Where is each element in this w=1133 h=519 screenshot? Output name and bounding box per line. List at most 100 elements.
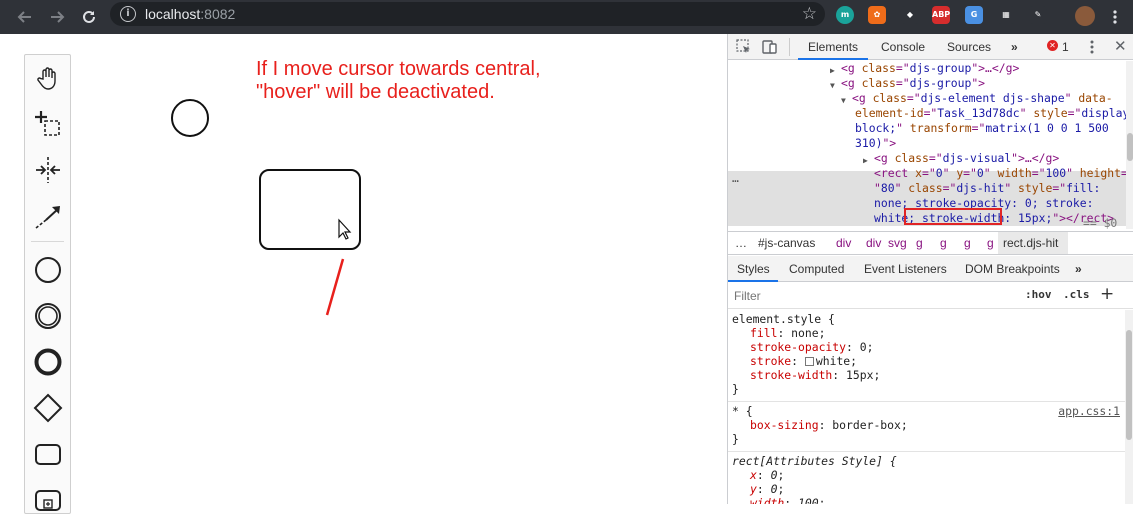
device-toolbar-icon[interactable] <box>762 39 778 58</box>
breadcrumb-item[interactable]: g <box>987 236 994 250</box>
browser-menu-button[interactable] <box>1102 4 1128 30</box>
style-selector[interactable]: element.style { <box>732 312 835 327</box>
dom-node-line[interactable]: <g class="djs-element djs-shape" data- <box>852 91 1113 106</box>
dom-token: element-id <box>855 106 924 120</box>
error-count[interactable]: 1 <box>1062 40 1069 54</box>
styles-subtab[interactable]: Styles <box>737 262 770 276</box>
style-property[interactable]: fill: none; <box>750 326 825 341</box>
style-selector[interactable]: rect[Attributes Style] { <box>732 454 897 469</box>
profile-avatar-icon[interactable] <box>1075 6 1095 26</box>
dom-token: djs-visual <box>942 151 1012 165</box>
dom-expand-arrow-icon[interactable]: ▼ <box>830 78 835 93</box>
dom-node-line[interactable]: block;" transform="matrix(1 0 0 1 500 <box>855 121 1109 136</box>
styles-scroll-thumb[interactable] <box>1126 330 1132 440</box>
tab-console[interactable]: Console <box>881 40 925 54</box>
breadcrumb-item[interactable]: #js-canvas <box>758 236 815 250</box>
dom-token: height <box>1079 166 1121 180</box>
breadcrumb-item[interactable]: … <box>735 236 747 250</box>
breadcrumb-item[interactable]: div <box>836 236 851 250</box>
breadcrumb-item[interactable]: rect.djs-hit <box>1003 236 1058 250</box>
new-style-rule-button[interactable]: + <box>1100 284 1114 304</box>
bookmark-star-icon[interactable]: ☆ <box>802 4 817 24</box>
info-icon[interactable]: i <box>120 6 136 22</box>
style-property[interactable]: width: 100; <box>750 496 825 504</box>
more-tabs-button[interactable]: » <box>1011 40 1018 54</box>
dom-expand-arrow-icon[interactable]: ▼ <box>841 93 846 108</box>
dom-node-line[interactable]: "80" class="djs-hit" style="fill: <box>874 181 1100 196</box>
breadcrumb-item[interactable]: svg <box>888 236 907 250</box>
dom-token: block; <box>855 121 897 135</box>
style-property[interactable]: stroke-width: 15px; <box>750 368 880 383</box>
dom-scrollbar[interactable] <box>1126 61 1133 229</box>
dom-expand-arrow-icon[interactable]: ▶ <box>863 153 868 168</box>
cls-toggle[interactable]: .cls <box>1063 288 1090 301</box>
grid-extension-icon[interactable]: ▦ <box>997 6 1015 24</box>
dom-token: 310) <box>855 136 883 150</box>
hov-toggle[interactable]: :hov <box>1025 288 1052 301</box>
breadcrumb-item[interactable]: g <box>940 236 947 250</box>
dom-token: " <box>1066 166 1080 180</box>
devtools-menu-icon[interactable] <box>1090 39 1094 58</box>
style-selector[interactable]: * { <box>732 404 753 419</box>
selected-node-ellipsis[interactable]: … <box>732 171 739 185</box>
dom-token: =" <box>922 166 936 180</box>
m-extension-icon[interactable]: m <box>836 6 854 24</box>
dom-token: width <box>997 166 1032 180</box>
bpmn-start-event[interactable] <box>171 99 209 137</box>
breadcrumb-item[interactable]: div <box>866 236 881 250</box>
dom-scroll-thumb[interactable] <box>1127 133 1133 161</box>
red-annotation-stroke <box>325 258 345 316</box>
abp-extension-icon[interactable]: ABP <box>932 6 950 24</box>
dom-node-line[interactable]: <g class="djs-group">…</g> <box>841 61 1019 76</box>
dom-token: <g <box>841 76 862 90</box>
dom-node-line[interactable]: <g class="djs-visual">…</g> <box>874 151 1059 166</box>
forward-button[interactable] <box>44 4 70 30</box>
tab-sources[interactable]: Sources <box>947 40 991 54</box>
style-source-link[interactable]: app.css:1 <box>1058 404 1120 418</box>
styles-more-tabs-button[interactable]: » <box>1075 262 1082 276</box>
style-property[interactable]: x: 0; <box>750 468 784 483</box>
style-property[interactable]: y: 0; <box>750 482 784 497</box>
styles-scrollbar[interactable] <box>1125 310 1133 504</box>
dom-node-line[interactable]: 310)"> <box>855 136 896 151</box>
diamond-extension-icon[interactable]: ◆ <box>901 6 919 24</box>
back-arrow-icon <box>17 11 31 23</box>
tab-elements[interactable]: Elements <box>808 40 858 54</box>
error-icon[interactable]: ✕ <box>1047 40 1058 51</box>
styles-pane: element.style {fill: none; stroke-opacity… <box>728 310 1126 504</box>
reload-button[interactable] <box>76 4 102 30</box>
reload-icon <box>83 10 95 23</box>
inspect-element-icon[interactable] <box>736 39 752 58</box>
translate-extension-icon[interactable]: G <box>965 6 983 24</box>
feather-extension-icon[interactable]: ✎ <box>1029 6 1047 24</box>
style-property[interactable]: stroke-opacity: 0; <box>750 340 873 355</box>
breadcrumb-item[interactable]: g <box>964 236 971 250</box>
breadcrumb-item[interactable]: g <box>916 236 923 250</box>
dom-node-line[interactable]: element-id="Task_13d78dc" style="display… <box>855 106 1133 121</box>
style-rule: * {app.css:1 box-sizing: border-box;} <box>728 404 1126 452</box>
style-property-name: box-sizing <box>750 418 819 432</box>
styles-subtab[interactable]: Event Listeners <box>864 262 947 276</box>
styles-subtab[interactable]: Computed <box>789 262 844 276</box>
style-property[interactable]: box-sizing: border-box; <box>750 418 908 433</box>
dom-token: 80 <box>880 181 895 195</box>
dom-token: matrix(1 0 0 1 500 <box>985 121 1109 135</box>
bpmn-canvas[interactable]: If I move cursor towards central, "hover… <box>0 34 727 514</box>
close-devtools-icon[interactable]: ✕ <box>1114 37 1127 55</box>
back-button[interactable] <box>12 4 38 30</box>
style-property[interactable]: stroke: white; <box>750 354 857 369</box>
address-bar[interactable]: i localhost:8082 ☆ <box>110 2 825 26</box>
active-subtab-indicator <box>728 280 778 282</box>
styles-filter-input[interactable] <box>732 286 1015 306</box>
dom-expand-arrow-icon[interactable]: ▶ <box>830 63 835 78</box>
color-swatch-icon[interactable] <box>804 357 814 366</box>
dom-token: djs-group <box>909 61 972 75</box>
styles-subtab[interactable]: DOM Breakpoints <box>965 262 1060 276</box>
dom-node-line[interactable]: <g class="djs-group"> <box>841 76 985 91</box>
orange-extension-icon[interactable]: ✿ <box>868 6 886 24</box>
dom-token: style <box>1033 106 1068 120</box>
tab-divider <box>789 38 790 56</box>
dom-node-line[interactable]: <rect x="0" y="0" width="100" height= <box>874 166 1128 181</box>
style-property-name: fill <box>750 326 778 340</box>
dom-token: <rect <box>874 166 916 180</box>
